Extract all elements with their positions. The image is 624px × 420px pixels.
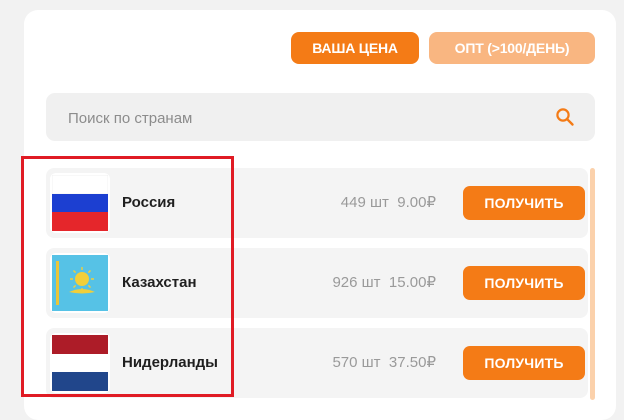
- get-button[interactable]: ПОЛУЧИТЬ: [463, 346, 585, 380]
- quantity: 926 шт: [332, 274, 381, 291]
- availability: 570 шт 37.50₽: [332, 328, 436, 398]
- scrollbar[interactable]: [590, 168, 595, 400]
- list-item-russia: Россия 449 шт 9.00₽ ПОЛУЧИТЬ: [46, 168, 588, 238]
- get-button[interactable]: ПОЛУЧИТЬ: [463, 186, 585, 220]
- price: 15.00₽: [388, 274, 436, 291]
- price: 9.00₽: [397, 194, 436, 211]
- your-price-button[interactable]: ВАША ЦЕНА: [291, 32, 419, 64]
- price: 37.50₽: [388, 354, 436, 371]
- russia-flag: [50, 173, 110, 233]
- list-item-kazakhstan: Казахстан 926 шт 15.00₽ ПОЛУЧИТЬ: [46, 248, 588, 318]
- get-button[interactable]: ПОЛУЧИТЬ: [463, 266, 585, 300]
- kazakhstan-flag: [50, 253, 110, 313]
- search-bar: [46, 93, 595, 143]
- search-icon[interactable]: [555, 107, 575, 127]
- netherlands-flag: [50, 333, 110, 393]
- country-name: Нидерланды: [122, 354, 218, 371]
- country-name: Казахстан: [122, 274, 197, 291]
- availability: 449 шт 9.00₽: [341, 168, 436, 238]
- list-item-netherlands: Нидерланды 570 шт 37.50₽ ПОЛУЧИТЬ: [46, 328, 588, 398]
- country-name: Россия: [122, 194, 176, 211]
- availability: 926 шт 15.00₽: [332, 248, 436, 318]
- wholesale-button[interactable]: ОПТ (>100/ДЕНЬ): [429, 32, 595, 64]
- quantity: 570 шт: [332, 354, 381, 371]
- quantity: 449 шт: [340, 194, 389, 211]
- search-input[interactable]: [66, 93, 530, 143]
